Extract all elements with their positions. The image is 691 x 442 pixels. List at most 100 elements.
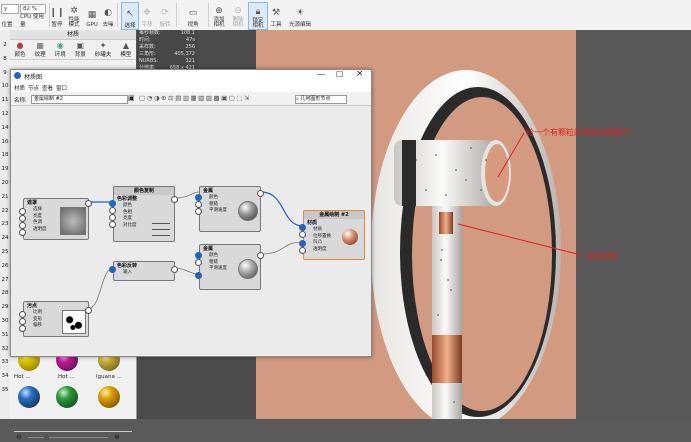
toolbar-item-lock-camera[interactable]: 🔒︎ 锁定相机 bbox=[248, 2, 268, 30]
strip-row[interactable]: 30 bbox=[0, 318, 10, 324]
minimize-icon[interactable]: — bbox=[317, 70, 325, 79]
menu-window[interactable]: 窗口 bbox=[56, 84, 67, 92]
toolbar-item-denoise[interactable]: ◐ 去噪 bbox=[101, 2, 115, 29]
strip-row[interactable]: 23 bbox=[0, 221, 10, 227]
input-port[interactable] bbox=[109, 207, 116, 214]
toolbar-item-rotate[interactable]: ⟳ 旋转 bbox=[158, 2, 172, 29]
input-port[interactable] bbox=[299, 240, 306, 247]
toolbar-item-gpu[interactable]: ▦ GPU bbox=[85, 2, 99, 29]
output-port[interactable] bbox=[85, 307, 92, 314]
toolbar-item-add-camera[interactable]: ⊕ 添加相机 bbox=[211, 2, 227, 28]
strip-row[interactable]: 21 bbox=[0, 194, 10, 200]
input-port[interactable] bbox=[195, 201, 202, 208]
strip-row[interactable]: 28 bbox=[0, 290, 10, 296]
strip-row[interactable]: 22 bbox=[0, 208, 10, 214]
input-port[interactable] bbox=[299, 247, 306, 254]
strip-row[interactable]: 2 bbox=[0, 42, 10, 48]
input-port[interactable] bbox=[109, 214, 116, 221]
material-ball-5[interactable] bbox=[56, 386, 78, 408]
strip-row[interactable]: 11 bbox=[0, 97, 10, 103]
input-port[interactable] bbox=[195, 259, 202, 266]
strip-row[interactable]: 16 bbox=[0, 139, 10, 145]
adjust-slider[interactable] bbox=[152, 223, 170, 224]
input-port[interactable] bbox=[19, 215, 26, 222]
strip-row[interactable]: 10 bbox=[0, 83, 10, 89]
menu-view[interactable]: 查看 bbox=[42, 84, 53, 92]
input-port[interactable] bbox=[19, 311, 26, 318]
tab-models[interactable]: ▲ 模型 bbox=[120, 41, 131, 59]
node-search-input[interactable]: ⌕ 几何图形节点 bbox=[295, 95, 347, 104]
strip-row[interactable]: 24 bbox=[0, 235, 10, 241]
strip-row[interactable]: 9 bbox=[0, 70, 10, 76]
slider-handle[interactable] bbox=[44, 434, 49, 440]
menu-node[interactable]: 节点 bbox=[28, 84, 39, 92]
input-port[interactable] bbox=[195, 194, 202, 201]
color-adjust-node[interactable]: 颜色复制 色彩调整 颜色 色相 亮度 对比度 bbox=[113, 186, 175, 242]
strip-row[interactable]: 33 bbox=[0, 359, 10, 365]
strip-row[interactable]: 34 bbox=[0, 373, 10, 379]
strip-row[interactable]: 26 bbox=[0, 263, 10, 269]
adjust-slider[interactable] bbox=[152, 229, 170, 230]
metal-node-2[interactable]: 金属 颜色 粗糙 平滑速度 bbox=[199, 244, 261, 290]
input-port[interactable] bbox=[195, 272, 202, 279]
input-port[interactable] bbox=[19, 208, 26, 215]
tab-sandblast[interactable]: ✦ 砂罐夫 bbox=[95, 41, 112, 59]
toolbar-item-tools[interactable]: ⚒ 工具 bbox=[269, 2, 283, 29]
save-icon[interactable]: ▣ bbox=[128, 94, 135, 102]
zoom-out-icon[interactable]: ⊖ bbox=[16, 433, 22, 441]
node-graph-canvas[interactable]: 遮罩 选择 亮度 色调 透明度 颜色复制 色彩调整 颜色 色相 亮度 对比度 金… bbox=[11, 106, 371, 356]
input-port[interactable] bbox=[109, 266, 116, 273]
input-port[interactable] bbox=[19, 325, 26, 332]
input-port[interactable] bbox=[299, 224, 306, 231]
name-input[interactable]: 金属绘制 #2 bbox=[31, 95, 128, 104]
toolbar-item-light-editor[interactable]: ☀ 光源编辑 bbox=[287, 2, 313, 29]
toolbar-item-position[interactable]: 位置 bbox=[0, 2, 14, 28]
adjust-slider[interactable] bbox=[152, 235, 170, 236]
close-icon[interactable]: × bbox=[356, 69, 364, 79]
material-ball-6[interactable] bbox=[98, 386, 120, 408]
output-port[interactable] bbox=[171, 266, 178, 273]
output-port[interactable] bbox=[171, 196, 178, 203]
toolbar-item-pause[interactable]: ❙❙ 暂停 bbox=[49, 2, 64, 29]
output-port[interactable] bbox=[85, 200, 92, 207]
toolbar-item-delete-camera[interactable]: ⊖ 删除相机 bbox=[230, 2, 246, 28]
tab-background[interactable]: ▣ 背景 bbox=[75, 41, 86, 59]
toolbar-item-pan[interactable]: ✥ 平移 bbox=[140, 2, 154, 29]
material-ball-4[interactable] bbox=[18, 386, 40, 408]
strip-row[interactable]: 29 bbox=[0, 304, 10, 310]
thumbnail-size-slider[interactable] bbox=[28, 437, 108, 438]
menu-material[interactable]: 材质 bbox=[14, 84, 25, 92]
strip-row[interactable]: 32 bbox=[0, 346, 10, 352]
toolbar-item-view[interactable]: ▭ 视角 bbox=[184, 2, 202, 29]
output-material-node[interactable]: 金属绘制 #2 材质 材质 位移置换 凹凸 透明度 bbox=[303, 210, 365, 260]
toolbar-item-select[interactable]: ↖ 选择 bbox=[121, 2, 139, 30]
strip-row[interactable]: 12 bbox=[0, 111, 10, 117]
input-port[interactable] bbox=[19, 229, 26, 236]
strip-row[interactable]: 35 bbox=[0, 387, 10, 393]
input-port[interactable] bbox=[109, 200, 116, 207]
strip-row[interactable]: 14 bbox=[0, 125, 10, 131]
strip-row[interactable]: 19 bbox=[0, 166, 10, 172]
input-port[interactable] bbox=[299, 231, 306, 238]
toolbar-item-cpu[interactable]: CPU 使用量 bbox=[20, 2, 48, 28]
strip-row[interactable]: 8 bbox=[0, 56, 10, 62]
strip-row[interactable]: 18 bbox=[0, 152, 10, 158]
window-titlebar[interactable]: 材质图 — ☐ × bbox=[11, 69, 371, 82]
strip-row[interactable]: 20 bbox=[0, 180, 10, 186]
toolbar-item-perf-mode[interactable]: ✲ 性能模式 bbox=[66, 2, 82, 28]
output-port[interactable] bbox=[257, 252, 264, 259]
strip-row[interactable]: 27 bbox=[0, 277, 10, 283]
color-invert-node[interactable]: 色彩反转 输入 bbox=[113, 261, 175, 281]
tab-textures[interactable]: ▦ 纹理 bbox=[35, 41, 46, 59]
node-tool-icons[interactable]: ▢◔◑⊕⚖▤▥▦▧▨▩▣▢⬚⇲ bbox=[139, 94, 251, 102]
output-port[interactable] bbox=[257, 190, 264, 197]
input-port[interactable] bbox=[19, 318, 26, 325]
tab-colors[interactable]: ● 颜色 bbox=[15, 41, 26, 59]
texture-node[interactable]: 遮罩 选择 亮度 色调 透明度 bbox=[23, 198, 89, 240]
zoom-in-icon[interactable]: ⊕ bbox=[114, 433, 120, 441]
strip-row[interactable]: 31 bbox=[0, 332, 10, 338]
metal-node-1[interactable]: 金属 颜色 粗糙 平滑速度 bbox=[199, 186, 261, 232]
strip-row[interactable]: 25 bbox=[0, 249, 10, 255]
speckle-node[interactable]: 污点 比例 变形 偏移 bbox=[23, 301, 89, 337]
input-port[interactable] bbox=[109, 221, 116, 228]
